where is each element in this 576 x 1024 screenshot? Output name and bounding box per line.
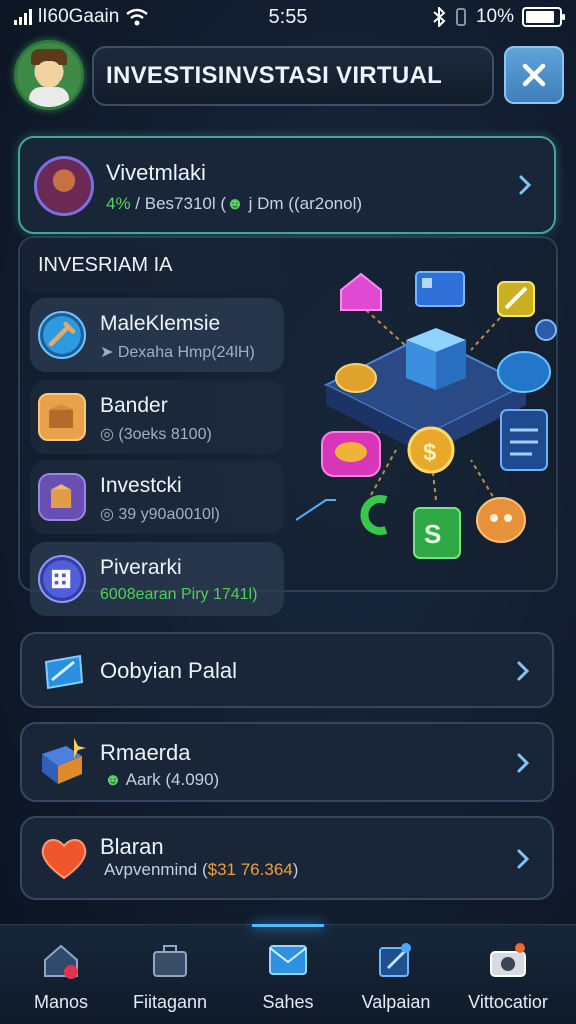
- row-title: Rmaerda: [100, 740, 191, 765]
- nav-label: Fiitagann: [132, 992, 208, 1012]
- status-bar: lI60Gaain 5:55 10%: [0, 0, 576, 36]
- investor-detail: / Bes7310l (: [130, 194, 227, 213]
- row-subtitle: ☻ Aark (4.090): [104, 770, 219, 790]
- close-button[interactable]: [504, 46, 564, 104]
- gift-box-icon: [42, 738, 86, 784]
- list-item-subtitle: ◎ 39 y90a0010l): [100, 506, 220, 523]
- list-item[interactable]: MaleKlemsie ➤ Dexaha Hmp(24lH): [30, 298, 284, 372]
- featured-investor-card[interactable]: Vivetmlaki 4% / Bes7310l (☻ j Dm ((ar2on…: [18, 136, 556, 234]
- row-subtitle-end: ): [292, 860, 299, 879]
- svg-text:S: S: [424, 519, 441, 549]
- avatar-face: [37, 61, 61, 87]
- nav-item-mail[interactable]: Sahes: [233, 936, 343, 1020]
- list-item-title: MaleKlemsie: [100, 312, 221, 335]
- bluetooth-icon: [433, 7, 446, 27]
- row-card[interactable]: Rmaerda ☻ Aark (4.090): [20, 722, 554, 802]
- chevron-right-icon: [517, 661, 530, 681]
- list-item[interactable]: Bander ◎ (3oeks 8100): [30, 380, 284, 454]
- row-card[interactable]: Oobyian Palal: [20, 632, 554, 708]
- investment-network-illustration: $ S: [296, 271, 557, 559]
- nav-label: Manos: [33, 992, 89, 1012]
- diamond-icon: [44, 654, 84, 690]
- list-item[interactable]: Investcki ◎ 39 y90a0010l): [30, 460, 284, 534]
- heart-icon: [41, 839, 87, 880]
- mail-icon: [269, 945, 307, 975]
- nav-label: Sahes: [262, 992, 314, 1012]
- investor-percent: 4%: [106, 194, 131, 213]
- row-subtitle-mark: ☻: [104, 770, 122, 789]
- briefcase-icon: [153, 945, 187, 977]
- battery-icon: [522, 7, 565, 27]
- chevron-right-icon: [517, 849, 530, 869]
- section-title: INVESRIAM IA: [22, 238, 284, 292]
- nav-item-home[interactable]: Manos: [6, 936, 116, 1020]
- close-icon: [522, 63, 546, 87]
- list-item-title: Piverarki: [100, 556, 182, 579]
- row-subtitle-amount: $31 76.364: [207, 860, 293, 879]
- camera-icon: [490, 943, 526, 977]
- row-subtitle-text: Aark (4.090): [121, 770, 220, 789]
- row-card[interactable]: Blaran Avpvenmind ($31 76.364): [20, 816, 554, 900]
- row-subtitle-text: Avpvenmind (: [104, 860, 208, 879]
- box-icon: [38, 393, 86, 441]
- building-icon: [38, 555, 86, 603]
- list-item-subtitle: ➤ Dexaha Hmp(24lH): [100, 344, 255, 361]
- avatar-body: [29, 87, 69, 107]
- nav-item-camera[interactable]: Vittocatior: [453, 936, 563, 1020]
- chevron-right-icon: [519, 175, 532, 195]
- status-right: 10%: [432, 6, 565, 28]
- page-title: INVESTISINVSTASI VIRTUAL: [92, 46, 494, 106]
- list-item-title: Investcki: [100, 474, 182, 497]
- list-item[interactable]: Piverarki 6008earan Piry 1741l): [30, 542, 284, 616]
- edit-icon: [379, 943, 411, 977]
- svg-text:$: $: [423, 439, 437, 466]
- profile-avatar[interactable]: [14, 40, 84, 110]
- investor-detail-end: j Dm ((ar2onol): [243, 194, 363, 213]
- tool-icon: [38, 311, 86, 359]
- row-title: Oobyian Palal: [100, 658, 237, 683]
- nav-label: Valpaian: [361, 992, 431, 1012]
- nav-label: Vittocatior: [468, 992, 548, 1012]
- investor-name: Vivetmlaki: [106, 160, 206, 185]
- vibrate-icon: [455, 8, 466, 26]
- active-tab-indicator: [252, 924, 324, 927]
- list-item-title: Bander: [100, 394, 168, 417]
- list-item-subtitle: ◎ (3oeks 8100): [100, 426, 212, 443]
- investor-mark: ☻: [226, 194, 244, 213]
- nav-item-briefcase[interactable]: Fiitagann: [115, 936, 225, 1020]
- home-icon: [44, 944, 78, 979]
- row-subtitle: Avpvenmind ($31 76.364): [104, 860, 298, 880]
- investor-avatar: [34, 156, 94, 216]
- row-title: Blaran: [100, 834, 164, 859]
- battery-percent: 10%: [475, 6, 514, 27]
- list-item-subtitle: 6008earan Piry 1741l): [100, 586, 258, 603]
- chevron-right-icon: [517, 753, 530, 773]
- investor-stats: 4% / Bes7310l (☻ j Dm ((ar2onol): [106, 194, 362, 214]
- nav-item-edit[interactable]: Valpaian: [341, 936, 451, 1020]
- package-icon: [38, 473, 86, 521]
